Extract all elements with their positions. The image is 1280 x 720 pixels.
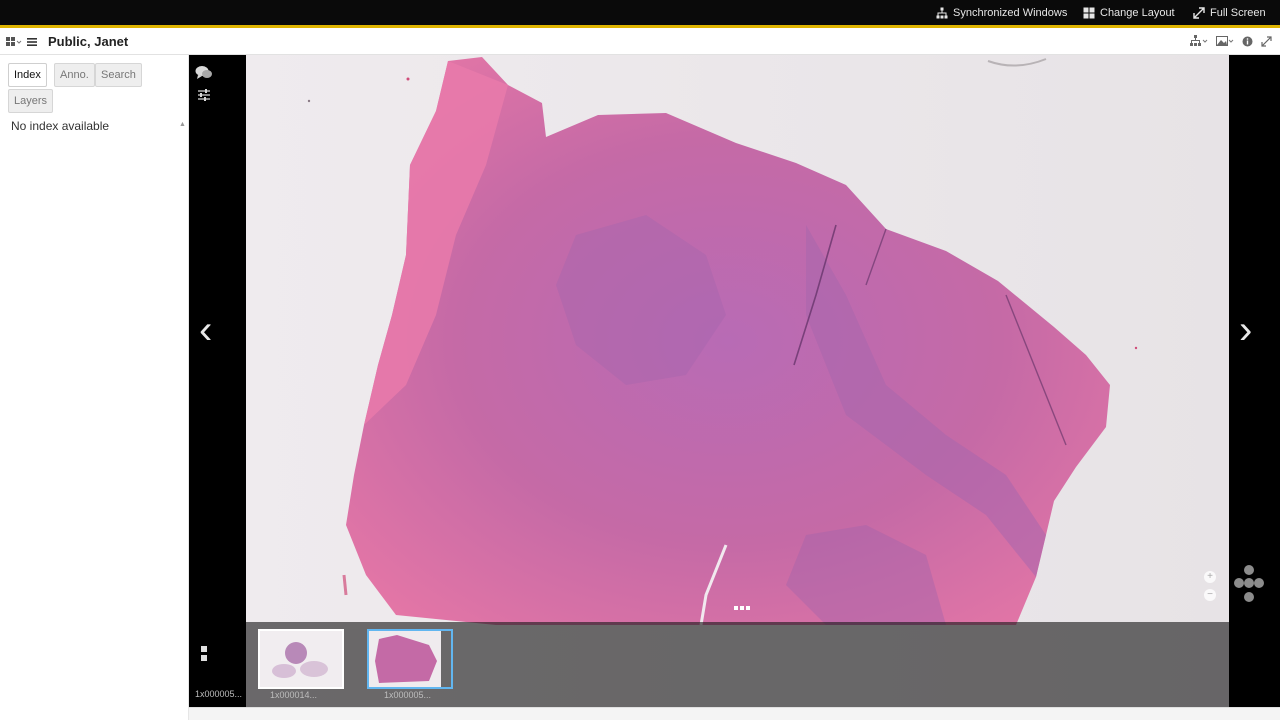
slide-viewer: 1x000005... + − ‹ › 1x000014... 1x000005… [189,55,1280,707]
horizontal-scrollbar[interactable] [189,707,1280,720]
sidebar: Index Anno. Search Layers No index avail… [0,55,189,720]
slide-thumbnail-2-label: 1x000005... [384,690,432,700]
image-icon[interactable] [1216,35,1234,47]
sliders-icon[interactable] [197,88,211,102]
full-screen-button[interactable]: Full Screen [1193,5,1266,21]
chat-icon[interactable] [195,65,213,81]
pan-left-icon[interactable] [1234,578,1244,588]
change-layout-button[interactable]: Change Layout [1083,5,1175,21]
slide-thumbnail-1[interactable] [258,629,344,689]
tissue-slide-image [246,55,1229,707]
pan-home-icon[interactable] [1244,578,1254,588]
pan-right-icon[interactable] [1254,578,1264,588]
slide-thumbnail-image [260,631,342,687]
synchronized-windows-button[interactable]: Synchronized Windows [936,5,1067,21]
slide-thumbnail-1-label: 1x000014... [270,690,318,700]
current-slide-label: 1x000005... [195,689,243,699]
zoom-in-icon[interactable]: + [1204,571,1216,583]
tab-index[interactable]: Index [8,63,47,87]
next-slide-chevron-right-icon[interactable]: › [1239,310,1252,350]
no-index-message: No index available [11,119,110,133]
tab-layers[interactable]: Layers [8,89,54,113]
expand-icon[interactable] [1261,35,1272,47]
full-screen-label: Full Screen [1210,7,1266,19]
viewer-right-strip [1229,55,1280,707]
zoom-controls: + − [1202,571,1226,603]
slide-canvas[interactable]: + − [246,55,1229,707]
patient-header: Public, Janet [0,28,1280,55]
synchronized-windows-label: Synchronized Windows [953,7,1068,19]
hierarchy-icon [936,7,948,19]
patient-name: Public, Janet [48,34,129,49]
change-layout-label: Change Layout [1100,7,1175,19]
thumbnail-strip: 1x000014... 1x000005... [246,622,1229,707]
grid-icon[interactable] [6,36,22,48]
top-toolbar: Synchronized Windows Change Layout Full … [0,0,1280,28]
tab-annotations[interactable]: Anno. [54,63,95,87]
layout-grid-icon [1083,7,1095,19]
tab-search[interactable]: Search [95,63,142,87]
viewer-toolbar: 1x000005... [189,55,246,707]
pan-up-icon[interactable] [1244,565,1254,575]
pan-controls [1234,565,1264,605]
hamburger-menu-icon[interactable] [26,36,38,48]
expand-arrows-icon [1193,7,1205,19]
zoom-out-icon[interactable]: − [1204,589,1216,601]
stack-icon[interactable] [200,645,208,663]
slide-thumbnail-image [369,631,441,687]
slide-thumbnail-2[interactable] [367,629,453,689]
info-icon[interactable] [1242,36,1253,47]
previous-slide-chevron-left-icon[interactable]: ‹ [199,310,212,350]
scroll-up-arrow-icon[interactable]: ▲ [179,121,186,128]
pan-down-icon[interactable] [1244,592,1254,602]
hierarchy-icon[interactable] [1190,35,1208,47]
app-window: Synchronized Windows Change Layout Full … [0,0,1280,720]
